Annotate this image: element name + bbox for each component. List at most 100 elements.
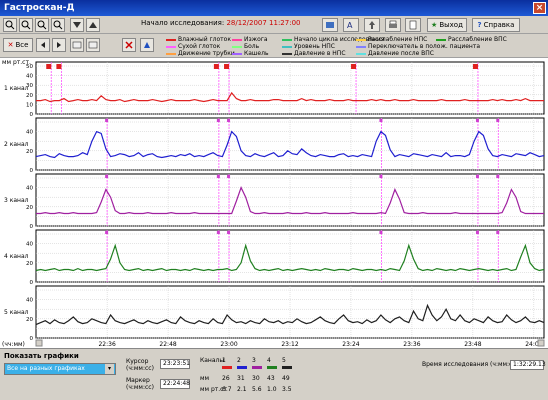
legend-item[interactable]: Переключатель в полож. пациента [356,43,480,50]
event-flag [496,175,500,178]
show-graphs-value: Все на разных графиках [7,365,85,372]
channels-label: Каналы [200,357,225,364]
all-label: Все [15,41,29,49]
y-tick-label: 20 [26,205,33,211]
prev-icon[interactable] [36,38,50,52]
y-tick-label: 40 [26,298,33,304]
zoom-reset-icon[interactable] [51,18,65,32]
x-tick-label: 22:36 [98,341,115,348]
legend-item[interactable]: Расслабление НПС [356,36,427,43]
show-all-button[interactable]: ✕ Все [3,38,33,52]
legend-item[interactable]: Расслабление ВПС [436,36,507,43]
help-label: Справка [483,21,515,29]
x-tick-label: 23:48 [464,341,481,348]
x-tick-label: 23:12 [281,341,298,348]
x-tick-label: 22:48 [159,341,176,348]
marker-label: Маркер (ч:мм:сс) [126,377,154,391]
row2-value: 5.6 [252,386,262,393]
channel-a-icon[interactable] [70,38,84,52]
cursor-field[interactable]: 23:23:51 [160,359,190,369]
close-window-button[interactable]: × [533,2,546,14]
legend-item[interactable]: Кашель [232,50,269,57]
legend-swatch [282,38,292,41]
scroll-right-icon[interactable] [537,339,545,347]
event-flag [227,119,231,122]
legend-item[interactable]: Давление в НПС [282,50,346,57]
x-tick-label: 23:00 [220,341,237,348]
chart-area: мм рт.ст. 0 10 20 30 40 50 1 канал 0 20 40 2 канал 0… [0,58,548,348]
y-tick-label: 40 [26,130,33,136]
event-flag [475,119,479,122]
record-value: 28/12/2007 11:27:00 [226,19,301,27]
channel-name: 3 канал [4,197,29,204]
add-icon[interactable] [140,38,154,52]
channel-b-icon[interactable] [86,38,100,52]
legend-swatch [232,38,242,41]
legend-label: Движение трубки [178,50,235,57]
event-flag [379,119,383,122]
channel-color-swatch [282,366,292,369]
row2-value: 1.0 [267,386,277,393]
legend-swatch [166,38,176,41]
help-button[interactable]: ? Справка [472,18,520,32]
legend-item[interactable]: Изжога [232,36,268,43]
show-graphs-label: Показать графики [4,352,79,360]
legend-item[interactable]: Движение трубки [166,50,235,57]
event-flag [351,64,357,69]
time-field: 1:32:29.13 [510,360,546,370]
delete-icon[interactable] [122,38,136,52]
report-icon[interactable] [405,18,421,32]
legend-swatch [166,52,176,55]
event-flag [472,64,478,69]
zoom-out-icon[interactable] [19,18,33,32]
exit-button[interactable]: ★ Выход [427,18,467,32]
scale-up-icon[interactable] [86,18,100,32]
event-flag [227,175,231,178]
legend-item[interactable]: Уровень НПС [282,43,335,50]
sort-icon[interactable] [364,18,380,32]
legend-label: Изжога [244,36,268,43]
y-tick-label: 20 [26,317,33,323]
y-tick-label: 20 [26,149,33,155]
legend-item[interactable]: Влажный глоток [166,36,231,43]
legend-item[interactable]: Сухой глоток [166,43,220,50]
scale-down-icon[interactable] [70,18,84,32]
channel-number: 1 [222,357,226,364]
zoom-in-icon[interactable] [3,18,17,32]
event-flag [105,231,109,234]
next-icon[interactable] [52,38,66,52]
svg-text:A: A [347,21,353,30]
show-graphs-select[interactable]: Все на разных графиках ▾ [4,363,116,375]
cursor-label: Курсор (ч:мм:сс) [126,358,154,372]
time-label: Время исследования (ч:мм:сс) [422,361,518,368]
legend-item[interactable]: Боль [232,43,259,50]
print-icon[interactable] [385,18,401,32]
row2-value: 2.1 [237,386,247,393]
row1-value: 30 [252,375,260,382]
scroll-left-icon[interactable] [35,339,43,347]
y-tick-label: 40 [26,186,33,192]
y-tick-label: 20 [26,93,33,99]
event-flag [379,175,383,178]
legend-swatch [232,52,242,55]
legend-item[interactable]: Давление после ВПС [356,50,434,57]
event-flag [216,231,220,234]
channel-name: 5 канал [4,309,29,316]
zoom-fit-icon[interactable] [35,18,49,32]
channel-color-swatch [252,366,262,369]
record-start: Начало исследования: 28/12/2007 11:27:00 [141,19,300,27]
row2-value: 3.5 [282,386,292,393]
channel-number: 5 [282,357,286,364]
marker-field[interactable]: 22:24:48 [160,379,190,389]
window-title: Гастроскан-Д [4,3,75,13]
text-icon[interactable]: A [343,18,359,32]
settings-icon[interactable] [322,18,338,32]
event-flag [105,175,109,178]
event-flag [475,231,479,234]
row2-value: 6.7 [222,386,232,393]
event-flag [56,64,62,69]
legend-swatch [436,38,446,41]
legend-swatch [282,45,292,48]
event-flag [227,231,231,234]
legend-label: Расслабление НПС [368,36,428,43]
